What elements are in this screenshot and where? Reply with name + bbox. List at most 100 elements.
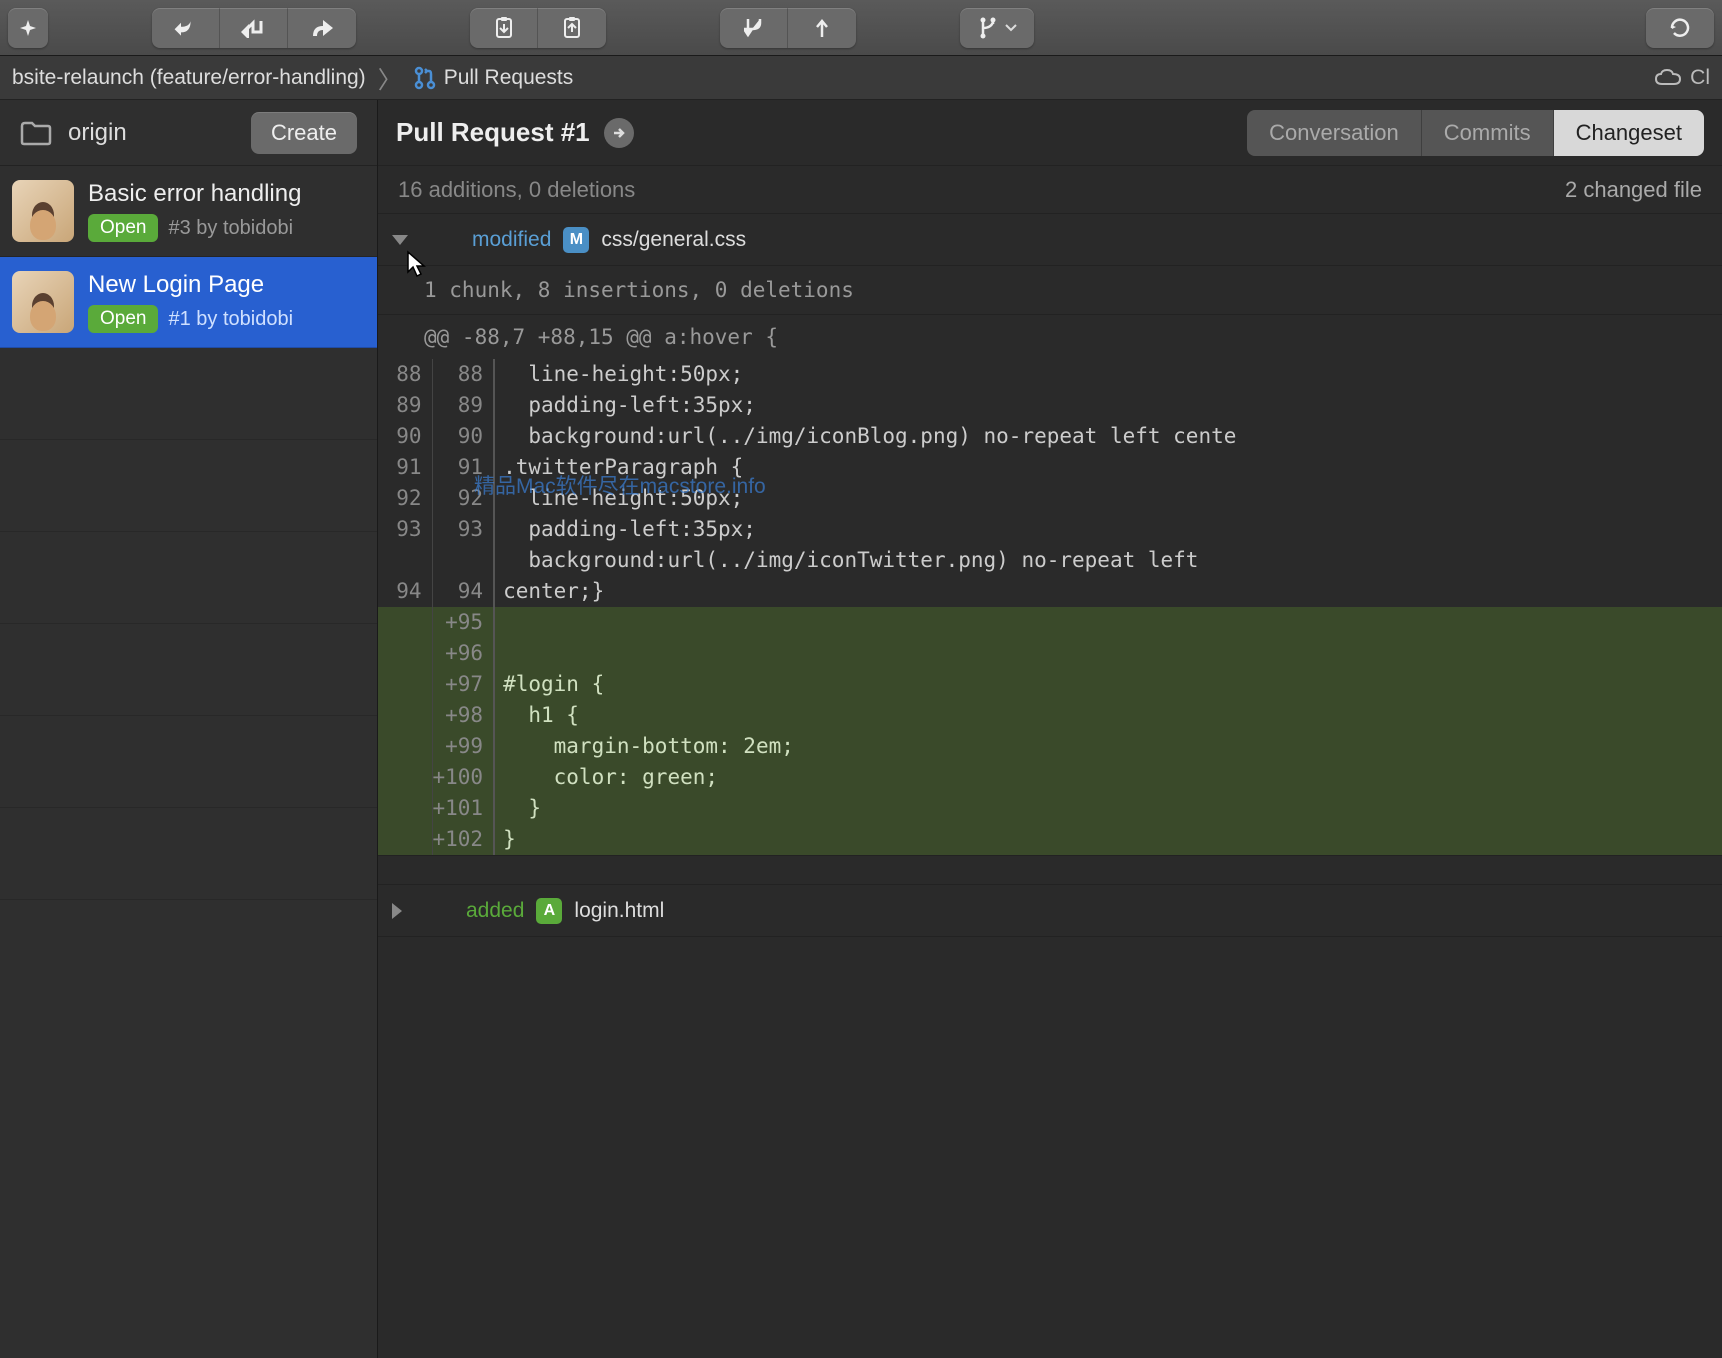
diff-line[interactable]: 9292 line-height:50px; [378, 483, 1722, 514]
pr-list-item[interactable]: New Login Page Open #1 by tobidobi [0, 257, 377, 348]
line-number-new: +96 [432, 638, 494, 669]
cloud-icon [1654, 68, 1682, 88]
code-content: } [494, 793, 1722, 824]
diff-line[interactable]: +97#login { [378, 669, 1722, 700]
diff-line[interactable]: 9191.twitterParagraph { [378, 452, 1722, 483]
diff-line[interactable]: +101 } [378, 793, 1722, 824]
pr-item-title: New Login Page [88, 271, 365, 299]
branch-icon [977, 17, 999, 39]
arrow-right-icon [611, 125, 627, 141]
remote-name[interactable]: origin [68, 119, 235, 147]
folder-icon [20, 120, 52, 146]
avatar [12, 271, 74, 333]
file-name: css/general.css [601, 228, 746, 252]
diff-line[interactable]: 9090 background:url(../img/iconBlog.png)… [378, 421, 1722, 452]
breadcrumb-page[interactable]: Pull Requests [444, 66, 574, 90]
create-button[interactable]: Create [251, 112, 357, 154]
pull-request-icon [414, 66, 436, 90]
pull-push-group [720, 8, 856, 48]
cloud-label[interactable]: Cl [1690, 66, 1710, 90]
line-number-new: +99 [432, 731, 494, 762]
pr-item-subtitle: #1 by tobidobi [168, 308, 293, 331]
line-number-old [378, 824, 432, 855]
stats-files: 2 changed file [1565, 177, 1702, 203]
pull-icon [744, 17, 764, 39]
chevron-down-icon [392, 235, 408, 245]
line-number-new: 88 [432, 359, 494, 390]
file-status: modified [472, 228, 551, 252]
diff-line[interactable]: +98 h1 { [378, 700, 1722, 731]
line-number-old [378, 793, 432, 824]
line-number-new: +98 [432, 700, 494, 731]
diff-line[interactable]: 8989 padding-left:35px; [378, 390, 1722, 421]
branch-button[interactable] [960, 8, 1034, 48]
line-number-new [432, 545, 494, 576]
code-content: } [494, 824, 1722, 855]
file-name: login.html [574, 899, 664, 923]
diff-stats: 16 additions, 0 deletions 2 changed file [378, 166, 1722, 214]
line-number-old [378, 607, 432, 638]
line-number-old: 92 [378, 483, 432, 514]
diff-line[interactable]: +96 [378, 638, 1722, 669]
line-number-old: 94 [378, 576, 432, 607]
refresh-button[interactable] [1646, 8, 1714, 48]
breadcrumb: bsite-relaunch (feature/error-handling) … [0, 56, 1722, 100]
breadcrumb-separator-icon: 〉 [378, 60, 402, 95]
line-number-old [378, 638, 432, 669]
push-button[interactable] [788, 8, 856, 48]
diff-line[interactable]: +99 margin-bottom: 2em; [378, 731, 1722, 762]
tab-commits[interactable]: Commits [1422, 110, 1554, 156]
breadcrumb-repo[interactable]: bsite-relaunch (feature/error-handling) [12, 66, 366, 90]
line-number-old [378, 545, 432, 576]
undo-button[interactable] [152, 8, 220, 48]
diff-line[interactable]: 9393 padding-left:35px; [378, 514, 1722, 545]
pr-item-subtitle: #3 by tobidobi [168, 217, 293, 240]
arrow-return-left-icon [173, 18, 199, 38]
line-number-old [378, 700, 432, 731]
tab-changeset[interactable]: Changeset [1554, 110, 1704, 156]
arrow-down-left-icon [241, 18, 267, 38]
app-logo-button[interactable] [8, 8, 48, 48]
file-header[interactable]: modified M css/general.css [378, 214, 1722, 266]
clipboard-group [470, 8, 606, 48]
file-header[interactable]: added A login.html [378, 885, 1722, 937]
tab-conversation[interactable]: Conversation [1247, 110, 1422, 156]
open-external-button[interactable] [604, 118, 634, 148]
diff-line[interactable]: 8888 line-height:50px; [378, 359, 1722, 390]
line-number-new: +102 [432, 824, 494, 855]
diff-line[interactable]: +95 [378, 607, 1722, 638]
sidebar: origin Create Basic error handling Open … [0, 100, 378, 1358]
clipboard-down-icon [494, 17, 514, 39]
clipboard-down-button[interactable] [470, 8, 538, 48]
chunk-info: 1 chunk, 8 insertions, 0 deletions [378, 266, 1722, 315]
line-number-new: 93 [432, 514, 494, 545]
code-content: padding-left:35px; [494, 514, 1722, 545]
code-content: margin-bottom: 2em; [494, 731, 1722, 762]
list-item [0, 624, 377, 716]
pr-list-item[interactable]: Basic error handling Open #3 by tobidobi [0, 166, 377, 257]
code-content: background:url(../img/iconTwitter.png) n… [494, 545, 1722, 576]
line-number-old [378, 669, 432, 700]
code-content: #login { [494, 669, 1722, 700]
line-number-old: 88 [378, 359, 432, 390]
diff-line[interactable]: +100 color: green; [378, 762, 1722, 793]
line-number-new: +101 [432, 793, 494, 824]
line-number-old [378, 762, 432, 793]
line-number-new: 91 [432, 452, 494, 483]
content: Pull Request #1 Conversation Commits Cha… [378, 100, 1722, 1358]
push-icon [812, 17, 832, 39]
code-content: .twitterParagraph { [494, 452, 1722, 483]
undo-down-button[interactable] [220, 8, 288, 48]
diff-line[interactable]: 9494center;} [378, 576, 1722, 607]
line-number-new: 92 [432, 483, 494, 514]
diff-line[interactable]: +102} [378, 824, 1722, 855]
line-number-old [378, 731, 432, 762]
file-status: added [466, 899, 524, 923]
list-item [0, 440, 377, 532]
pr-header: Pull Request #1 Conversation Commits Cha… [378, 100, 1722, 166]
pull-button[interactable] [720, 8, 788, 48]
redo-button[interactable] [288, 8, 356, 48]
diff-line[interactable]: background:url(../img/iconTwitter.png) n… [378, 545, 1722, 576]
code-content [494, 638, 1722, 669]
clipboard-up-button[interactable] [538, 8, 606, 48]
